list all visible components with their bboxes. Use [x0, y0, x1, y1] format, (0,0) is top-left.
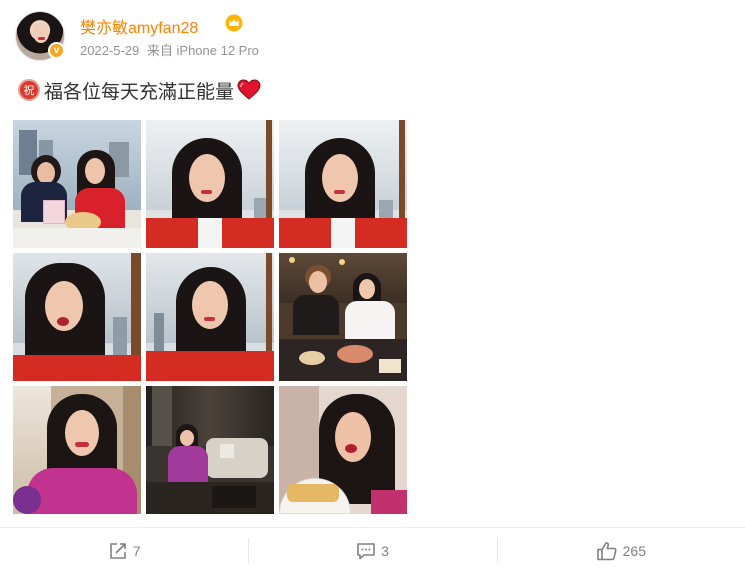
repost-count: 7 — [132, 542, 141, 559]
photo-6[interactable] — [279, 253, 407, 381]
post-meta: 2022-5-29 来自 iPhone 12 Pro — [80, 40, 263, 59]
photo-grid — [13, 120, 409, 516]
comment-button[interactable]: 3 — [248, 528, 496, 573]
author-name[interactable]: 樊亦敏amyfan28 — [80, 14, 198, 38]
photo-3[interactable] — [279, 120, 407, 248]
action-bar: 7 3 265 — [0, 528, 745, 573]
repost-button[interactable]: 7 — [0, 528, 248, 573]
verified-badge-icon: v — [48, 42, 65, 59]
post-text: 祝 福各位每天充滿正能量 — [18, 78, 261, 103]
post-source: 来自 iPhone 12 Pro — [146, 43, 259, 58]
comment-count: 3 — [381, 542, 389, 559]
like-count: 265 — [622, 542, 646, 559]
photo-4[interactable] — [13, 253, 141, 381]
photo-1[interactable] — [13, 120, 141, 248]
comment-icon — [357, 542, 375, 559]
photo-9[interactable] — [279, 386, 407, 514]
photo-5[interactable] — [146, 253, 274, 381]
like-button[interactable]: 265 — [496, 528, 745, 573]
post-text-body: 福各位每天充滿正能量 — [44, 81, 235, 103]
thumbs-up-icon — [596, 541, 617, 560]
blessing-icon: 祝 — [18, 79, 40, 101]
photo-8[interactable] — [146, 386, 274, 514]
heart-icon — [237, 79, 261, 100]
crown-icon[interactable] — [225, 14, 243, 32]
repost-icon — [109, 542, 126, 559]
photo-7[interactable] — [13, 386, 141, 514]
photo-2[interactable] — [146, 120, 274, 248]
weibo-post-card: v 樊亦敏amyfan28 2022-5-29 来自 iPhone 12 Pro… — [0, 0, 745, 575]
post-date[interactable]: 2022-5-29 — [80, 43, 139, 58]
